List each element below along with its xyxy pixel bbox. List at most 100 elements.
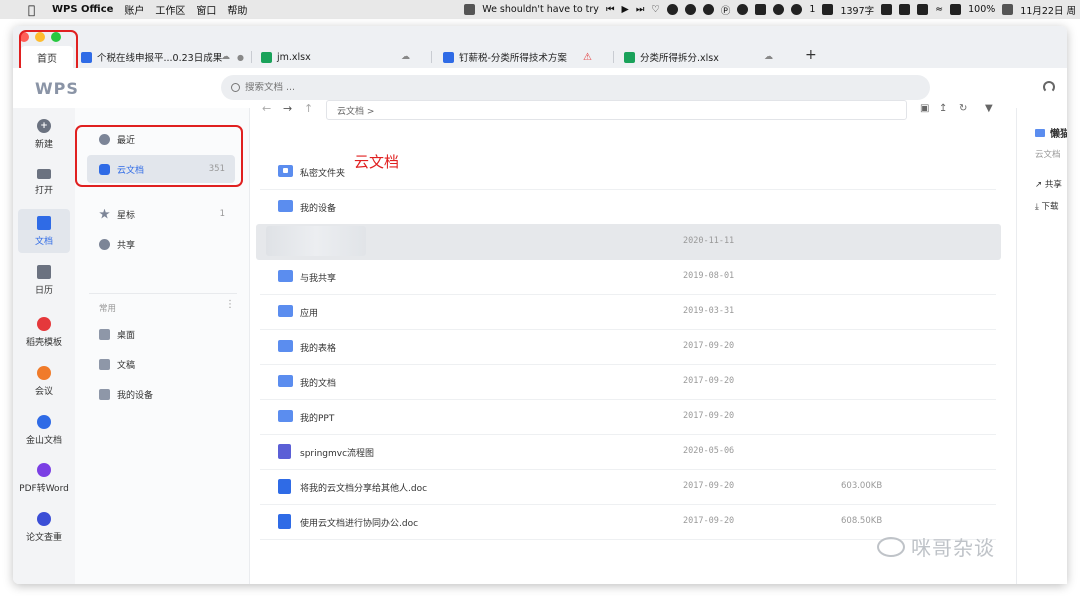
- detail-share-button[interactable]: ↗ 共享: [1035, 178, 1062, 190]
- folder-icon: [278, 305, 293, 317]
- file-name: 我的设备: [300, 204, 337, 214]
- search-input[interactable]: [245, 82, 845, 93]
- monitor-icon[interactable]: [822, 4, 834, 15]
- file-date: 2020-05-06: [683, 446, 735, 456]
- back-arrow-icon[interactable]: ←: [262, 102, 271, 115]
- menu-workspace[interactable]: 工作区: [155, 2, 185, 17]
- rail-label: 稻壳模板: [25, 337, 62, 348]
- next-track-icon[interactable]: ⏭: [636, 4, 645, 15]
- tab-doc-1[interactable]: 个税在线申报平...0.23日成果 ☁ ●: [81, 46, 249, 68]
- star-icon: [99, 208, 110, 219]
- input-icon[interactable]: [917, 4, 929, 15]
- tab-doc-3[interactable]: 钉薪税-分类所得技术方案 ⚠: [443, 46, 613, 68]
- file-name: 私密文件夹: [300, 169, 346, 179]
- cloud-highlight-box: [75, 125, 243, 187]
- detail-title: 懒猫: [1035, 125, 1067, 140]
- tab-separator: [251, 51, 252, 63]
- nav-my-devices[interactable]: 我的设备: [87, 380, 235, 408]
- nav-starred[interactable]: 星标 1: [87, 200, 235, 228]
- new-file-icon[interactable]: ▣: [920, 103, 929, 114]
- list-item[interactable]: 与我共享 2019-08-01: [260, 260, 996, 295]
- rail-meeting[interactable]: 会议: [13, 359, 75, 403]
- rail-plagiarism-check[interactable]: 论文查重: [13, 505, 75, 549]
- share-icon: ↗: [1035, 180, 1043, 190]
- private-folder-icon: [278, 165, 293, 177]
- prev-track-icon[interactable]: ⏮: [606, 4, 615, 15]
- list-item[interactable]: 我的PPT 2017-09-20: [260, 400, 996, 435]
- rail-label: 金山文档: [25, 435, 62, 446]
- upload-icon[interactable]: ↥: [939, 103, 947, 114]
- nav-shared[interactable]: 共享: [87, 230, 235, 258]
- file-date: 2017-09-20: [683, 481, 735, 491]
- rail-pdf-to-word[interactable]: PDF转Word: [13, 456, 75, 500]
- tab-doc-2[interactable]: jm.xlsx ☁: [261, 46, 421, 68]
- refresh-icon[interactable]: ↻: [959, 103, 967, 114]
- file-name: 我的表格: [300, 344, 337, 354]
- list-item-selected[interactable]: 2020-11-11: [256, 224, 1001, 260]
- app-icon-8[interactable]: [899, 4, 911, 15]
- tab-separator: [613, 51, 614, 63]
- detail-download-button[interactable]: ⤓ 下载: [1035, 200, 1058, 212]
- app-icon-6[interactable]: [773, 4, 785, 15]
- list-item[interactable]: 将我的云文档分享给其他人.doc 2017-09-20 603.00KB: [260, 470, 996, 505]
- heart-icon[interactable]: ♡: [651, 4, 660, 15]
- nav-desktop[interactable]: 桌面: [87, 320, 235, 348]
- app-icon-2[interactable]: [684, 4, 696, 15]
- tab-doc-4[interactable]: 分类所得拆分.xlsx ☁: [624, 46, 794, 68]
- support-headset-icon[interactable]: [1043, 81, 1055, 93]
- battery-icon[interactable]: [1002, 4, 1014, 15]
- menu-window[interactable]: 窗口: [196, 2, 216, 17]
- rail-open[interactable]: 打开: [13, 160, 75, 204]
- rail-new[interactable]: + 新建: [13, 112, 75, 156]
- file-name: 与我共享: [300, 274, 337, 284]
- rail-templates[interactable]: 稻壳模板: [13, 310, 75, 354]
- flowchart-file-icon: [278, 444, 291, 459]
- app-icon-3[interactable]: [702, 4, 714, 15]
- nav-documents-folder[interactable]: 文稿: [87, 350, 235, 378]
- tab-label: 分类所得拆分.xlsx: [640, 53, 719, 64]
- list-item[interactable]: 我的表格 2017-09-20: [260, 330, 996, 365]
- cloud-icon: ☁: [764, 52, 773, 62]
- app-icon-5[interactable]: [755, 4, 767, 15]
- list-item[interactable]: 我的设备: [260, 190, 996, 225]
- play-icon[interactable]: ▶: [622, 4, 629, 15]
- list-item[interactable]: springmvc流程图 2020-05-06: [260, 435, 996, 470]
- people-icon: [99, 238, 110, 250]
- wechat-icon[interactable]: [791, 4, 803, 15]
- app-icon-9[interactable]: [950, 4, 962, 15]
- divider: [89, 293, 237, 294]
- plus-icon: +: [37, 118, 51, 133]
- p-icon[interactable]: Ⓟ: [721, 3, 731, 17]
- menu-help[interactable]: 帮助: [227, 2, 247, 17]
- app-icon-1[interactable]: [666, 4, 678, 15]
- forward-arrow-icon[interactable]: →: [283, 102, 292, 115]
- rail-label: PDF转Word: [19, 483, 69, 494]
- wifi-icon[interactable]: ≈: [935, 4, 943, 15]
- more-options-icon[interactable]: ⋮: [225, 299, 235, 310]
- search-bar[interactable]: [221, 75, 930, 100]
- new-tab-button[interactable]: +: [805, 47, 817, 63]
- menu-account[interactable]: 账户: [124, 2, 144, 17]
- writer-file-icon: [443, 51, 454, 63]
- app-icon-4[interactable]: [737, 4, 749, 15]
- app-icon-7[interactable]: [881, 4, 893, 15]
- rail-calendar[interactable]: 日历: [13, 258, 75, 302]
- up-arrow-icon[interactable]: ↑: [304, 102, 313, 115]
- filter-icon[interactable]: ▼: [985, 103, 993, 114]
- nav-label: 桌面: [117, 330, 136, 341]
- breadcrumb[interactable]: 云文档 >: [326, 100, 907, 120]
- nav-label: 我的设备: [117, 390, 154, 401]
- apple-icon[interactable]: : [28, 3, 38, 17]
- rail-documents[interactable]: 文档: [18, 209, 70, 253]
- stickies-icon[interactable]: [464, 4, 476, 15]
- list-item[interactable]: 我的文档 2017-09-20: [260, 365, 996, 400]
- list-item[interactable]: 私密文件夹: [260, 155, 996, 190]
- list-item[interactable]: 应用 2019-03-31: [260, 295, 996, 330]
- folder-icon: [99, 358, 110, 370]
- app-name[interactable]: WPS Office: [52, 4, 113, 15]
- file-date: 2019-08-01: [683, 271, 735, 281]
- rail-kdocs[interactable]: 金山文档: [13, 408, 75, 452]
- download-label: 下载: [1041, 202, 1059, 212]
- battery-level: 100%: [968, 4, 996, 15]
- sheet-file-icon: [261, 51, 272, 63]
